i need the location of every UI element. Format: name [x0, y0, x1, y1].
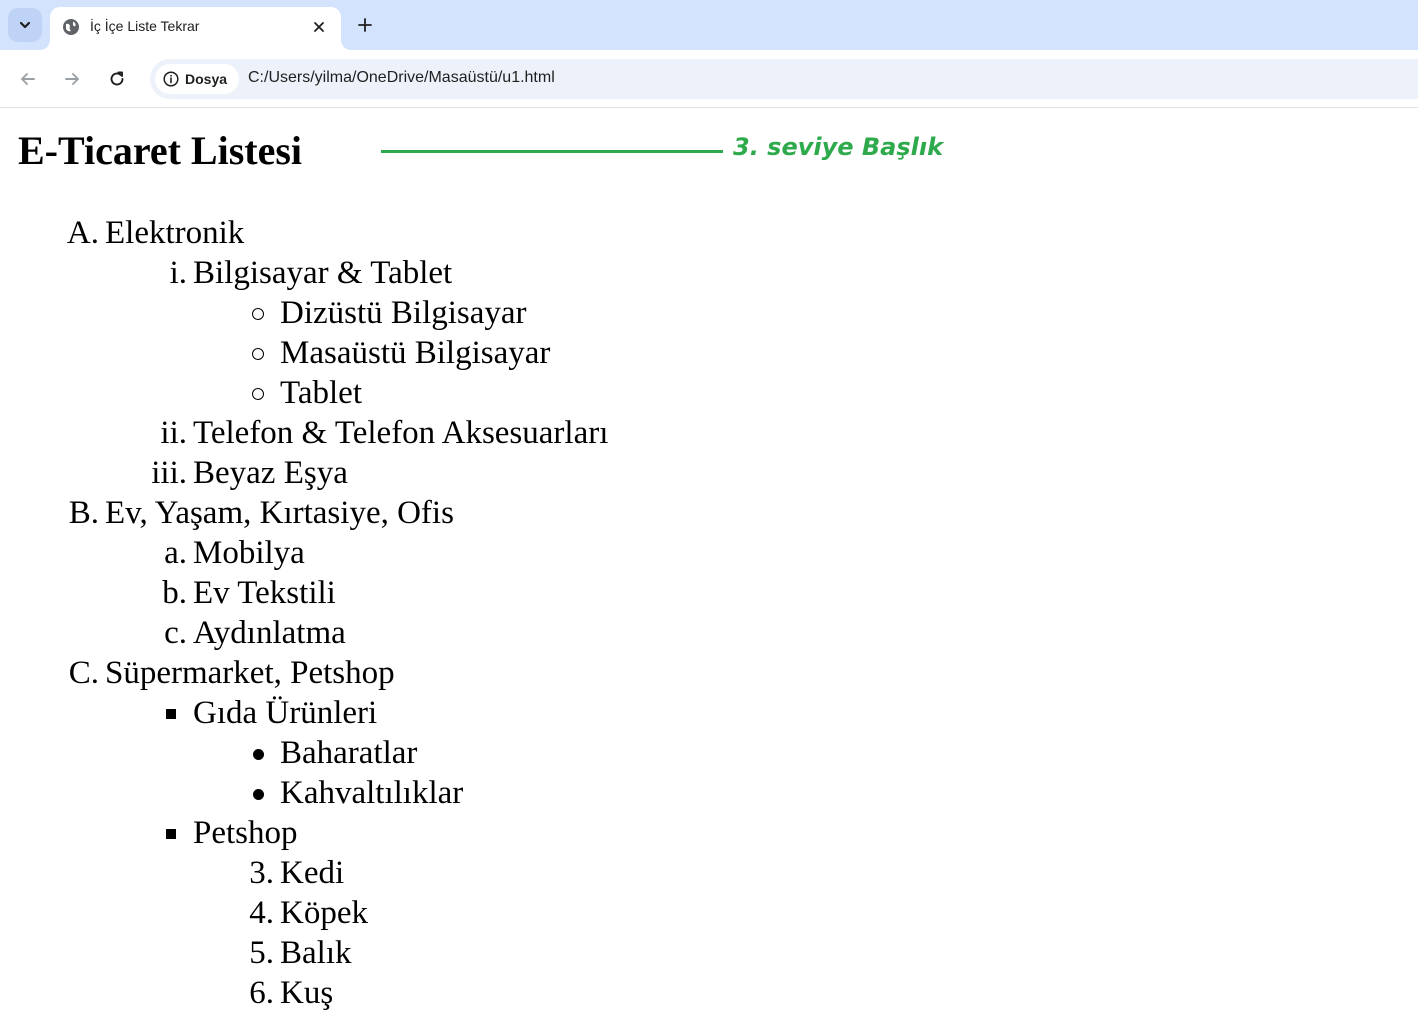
list-item-label: Elektronik	[105, 215, 245, 251]
list-item-label: Masaüstü Bilgisayar	[280, 335, 551, 371]
list-item: 4. Köpek	[249, 893, 368, 933]
forward-button[interactable]	[56, 63, 88, 95]
list-item: a. Mobilya	[164, 533, 305, 573]
list-item: iii. Beyaz Eşya	[151, 453, 348, 493]
circle-bullet-icon	[252, 388, 264, 400]
new-tab-button[interactable]	[350, 10, 380, 40]
square-bullet-icon	[166, 829, 176, 839]
list-item: b. Ev Tekstili	[162, 573, 336, 613]
chevron-down-icon	[19, 21, 31, 29]
list-marker: 6.	[249, 975, 274, 1010]
site-chip-label: Dosya	[185, 71, 228, 87]
back-button[interactable]	[12, 63, 44, 95]
list-item-label: Süpermarket, Petshop	[105, 655, 395, 691]
list-item: Gıda Ürünleri	[166, 693, 378, 733]
list-item: c. Aydınlatma	[164, 613, 346, 653]
list-marker: C.	[68, 655, 99, 691]
browser-tab[interactable]: İç İçe Liste Tekrar	[50, 7, 341, 50]
list-marker: c.	[164, 615, 187, 651]
list-marker: i.	[169, 255, 187, 291]
tab-close-button[interactable]	[307, 15, 331, 39]
site-info-chip[interactable]: Dosya	[155, 64, 239, 94]
reload-button[interactable]	[101, 63, 133, 95]
list-item: Dizüstü Bilgisayar	[252, 293, 527, 333]
list-marker: 3.	[249, 855, 274, 891]
list-marker: A.	[66, 215, 99, 251]
annotation-arrow-line	[381, 150, 723, 153]
list-item: ii. Telefon & Telefon Aksesuarları	[160, 413, 609, 453]
list-item-label: Baharatlar	[280, 735, 418, 771]
circle-bullet-icon	[252, 348, 264, 360]
list-item: Masaüstü Bilgisayar	[252, 333, 551, 373]
list-item-label: Tablet	[280, 375, 362, 411]
list-item-label: Telefon & Telefon Aksesuarları	[193, 415, 609, 451]
square-bullet-icon	[166, 709, 176, 719]
page-title: E-Ticaret Listesi	[18, 128, 303, 173]
plus-icon	[358, 18, 372, 32]
url-text[interactable]: C:/Users/yilma/OneDrive/Masaüstü/u1.html	[248, 69, 555, 87]
list-item: B. Ev, Yaşam, Kırtasiye, Ofis	[69, 493, 454, 533]
arrow-right-icon	[65, 73, 79, 85]
list-item: Kahvaltılıklar	[253, 773, 464, 813]
list-marker: a.	[164, 535, 187, 571]
list-item-label: Ev Tekstili	[193, 575, 336, 611]
list-item-label: Kuş	[280, 975, 334, 1010]
list-item: 5. Balık	[249, 933, 352, 973]
list-marker: 5.	[249, 935, 274, 971]
list-item: 3. Kedi	[249, 853, 345, 893]
reload-icon	[110, 71, 124, 86]
list-item-label: Petshop	[193, 815, 298, 851]
page-content: E-Ticaret Listesi 3. seviye Başlık A. El…	[0, 109, 1418, 1010]
list-item-label: Köpek	[280, 895, 368, 931]
tab-strip: İç İçe Liste Tekrar	[0, 0, 1418, 50]
close-icon	[314, 22, 324, 32]
annotation-label: 3. seviye Başlık	[733, 133, 944, 161]
list-item: C. Süpermarket, Petshop	[69, 653, 395, 693]
info-icon	[163, 71, 179, 87]
list-item-label: Balık	[280, 935, 352, 971]
list-item-label: Kahvaltılıklar	[280, 775, 464, 811]
list-marker: B.	[68, 495, 99, 531]
list-item-label: Bilgisayar & Tablet	[193, 255, 453, 291]
list-item: Tablet	[252, 373, 362, 413]
list-item: Baharatlar	[253, 733, 418, 773]
browser-toolbar: Dosya C:/Users/yilma/OneDrive/Masaüstü/u…	[0, 50, 1418, 108]
disc-bullet-icon	[253, 749, 264, 760]
list-item-label: Gıda Ürünleri	[193, 695, 378, 731]
list-item: A. Elektronik	[67, 213, 245, 253]
list-item-label: Ev, Yaşam, Kırtasiye, Ofis	[105, 495, 454, 531]
list-item-label: Beyaz Eşya	[193, 455, 348, 491]
list-item-label: Mobilya	[193, 535, 305, 571]
circle-bullet-icon	[252, 308, 264, 320]
list-item: 6. Kuş	[249, 973, 334, 1010]
list-marker: b.	[162, 575, 187, 611]
list-item: i. Bilgisayar & Tablet	[170, 253, 453, 293]
arrow-left-icon	[21, 73, 35, 85]
list-item-label: Kedi	[280, 855, 345, 891]
address-bar[interactable]: Dosya C:/Users/yilma/OneDrive/Masaüstü/u…	[150, 59, 1418, 99]
globe-icon	[63, 19, 79, 35]
list-marker: iii.	[151, 455, 187, 491]
list-marker: 4.	[249, 895, 274, 931]
list-marker: ii.	[160, 415, 187, 451]
tab-title: İç İçe Liste Tekrar	[90, 18, 200, 34]
disc-bullet-icon	[253, 789, 264, 800]
list-item-label: Aydınlatma	[193, 615, 346, 651]
list-item: Petshop	[166, 813, 298, 853]
tab-search-button[interactable]	[8, 8, 42, 42]
list-item-label: Dizüstü Bilgisayar	[280, 295, 527, 331]
